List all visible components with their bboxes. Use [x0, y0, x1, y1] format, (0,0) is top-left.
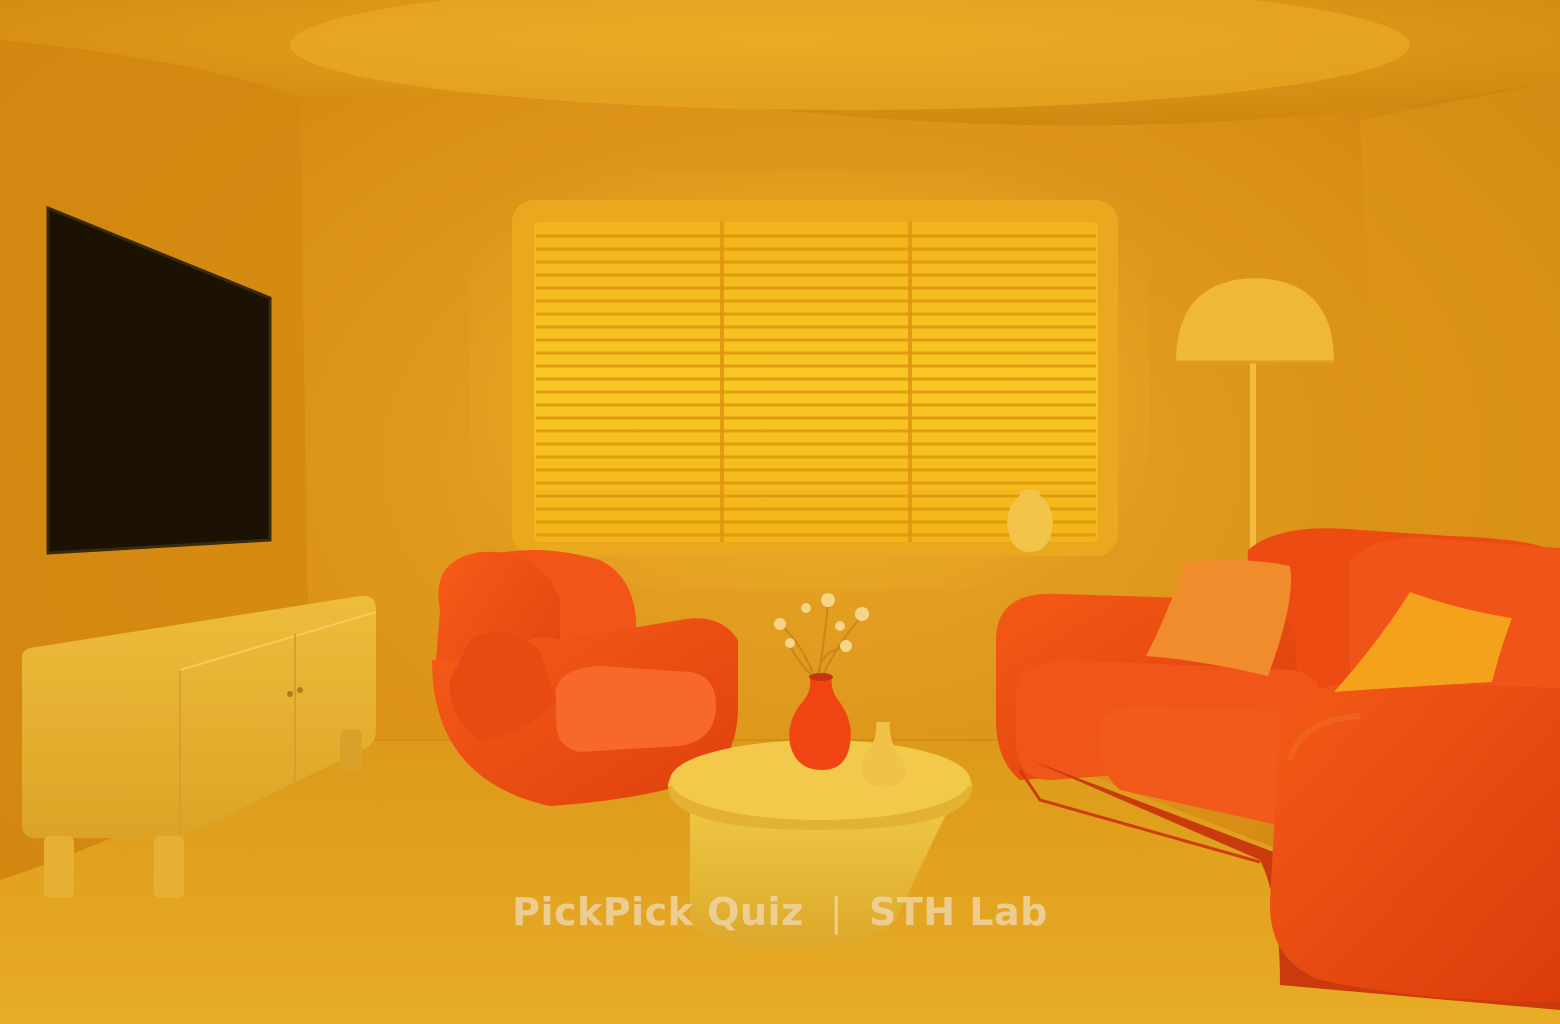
- right-wall: [1360, 80, 1560, 560]
- living-room-scene: PickPick Quiz | STH Lab: [0, 0, 1560, 1024]
- living-room-illustration: [0, 0, 1560, 1024]
